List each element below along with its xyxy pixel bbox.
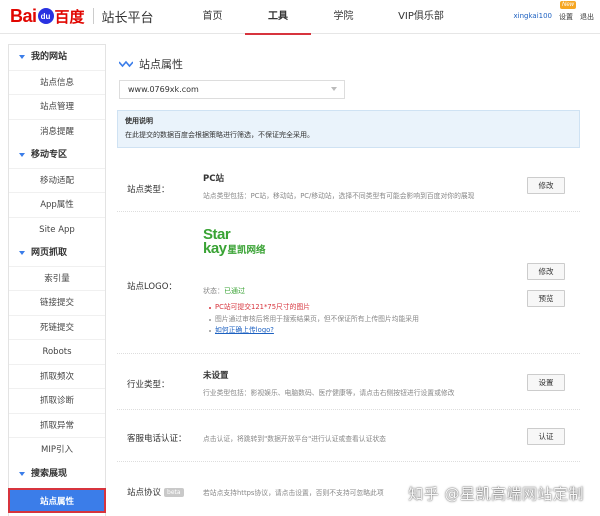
sidebar-item-crawl-frequency[interactable]: 抓取频次 <box>9 363 105 389</box>
user-bar: xingkai100 New 设置 退出 <box>514 1 594 22</box>
sidebar-item-index[interactable]: 索引量 <box>9 265 105 291</box>
site-logo-label: 站点LOGO： <box>127 282 177 292</box>
sidebar-item-mobile-adapt[interactable]: 移动适配 <box>9 167 105 193</box>
https-label: 站点协议 <box>127 488 162 498</box>
logo-status: 状态：已通过 <box>203 286 245 296</box>
logo-divider <box>92 8 94 24</box>
page-title: 站点属性 <box>119 56 183 72</box>
site-type-desc: 站点类型包括：PC站，移动站，PC/移动站，选择不同类型有可能会影响到百度对你的… <box>203 192 475 200</box>
paw-icon: du <box>37 8 54 24</box>
logo-status-value: 已通过 <box>224 287 245 295</box>
logo-preview-button[interactable]: 预览 <box>527 290 565 307</box>
watermark: 知乎 @星凯高端网站定制 <box>408 485 584 503</box>
nav-home[interactable]: 首页 <box>180 0 245 34</box>
https-desc: 若站点支持https协议，请点击设置，否则不支持可忽略此项 <box>203 489 384 497</box>
logo-edit-button[interactable]: 修改 <box>527 263 565 280</box>
industry-desc: 行业类型包括：影视娱乐、电脑数码、医疗健康等，请点击右侧按钮进行设置或修改 <box>203 389 455 397</box>
username-link[interactable]: xingkai100 <box>514 12 553 22</box>
sidebar-section-search-display[interactable]: 搜索展现 <box>9 462 105 487</box>
industry-label: 行业类型： <box>127 380 170 390</box>
howto-upload-logo-link[interactable]: 如何正确上传logo? <box>215 326 274 334</box>
caret-down-icon <box>19 153 25 158</box>
sidebar-item-robots[interactable]: Robots <box>9 339 105 364</box>
wave-icon <box>119 60 133 68</box>
sidebar-item-site-attributes[interactable]: 站点属性 <box>8 488 106 513</box>
chevron-down-icon <box>331 87 337 91</box>
sidebar-item-mip[interactable]: MIP引入 <box>9 437 105 462</box>
beta-badge: beta <box>164 488 184 497</box>
row-phone-verify: 客服电话认证： 点击认证，将跳转到"数据开放平台"进行认证或查看认证状态 认证 <box>117 412 580 462</box>
new-badge: New <box>560 1 577 9</box>
phone-verify-button[interactable]: 认证 <box>527 428 565 445</box>
top-navigation-bar: Bai du 百度 站长平台 首页 工具 学院 VIP俱乐部 xingkai10… <box>0 0 600 35</box>
platform-title: 站长平台 <box>101 10 154 26</box>
https-label-wrap: 站点协议 beta <box>127 486 184 498</box>
sidebar-item-messages[interactable]: 消息提醒 <box>9 118 105 144</box>
site-type-edit-button[interactable]: 修改 <box>527 177 565 194</box>
row-industry: 行业类型： 未设置 行业类型包括：影视娱乐、电脑数码、医疗健康等，请点击右侧按钮… <box>117 356 580 410</box>
row-site-logo: 站点LOGO： Star kay星凯网络 状态：已通过 PC站可提交121*75… <box>117 214 580 354</box>
starkay-logo-image: Star kay星凯网络 <box>203 227 293 260</box>
notice-text: 在此提交的数据百度会根据策略进行筛选，不保证完全采用。 <box>125 131 314 139</box>
sidebar-section-label: 网页抓取 <box>31 248 68 258</box>
sidebar-section-crawl[interactable]: 网页抓取 <box>9 241 105 266</box>
site-type-value: PC站 <box>203 174 224 184</box>
sidebar-item-crawl-errors[interactable]: 抓取异常 <box>9 412 105 438</box>
main-nav: 首页 工具 学院 VIP俱乐部 <box>180 0 466 35</box>
caret-down-icon <box>19 251 25 256</box>
logout-link[interactable]: 退出 <box>580 12 594 22</box>
notice-title: 使用说明 <box>125 117 153 125</box>
nav-vip-club[interactable]: VIP俱乐部 <box>376 0 466 34</box>
sidebar-item-site-info[interactable]: 站点信息 <box>9 69 105 95</box>
sidebar-item-deadlink-submit[interactable]: 死链提交 <box>9 314 105 340</box>
sidebar-item-site-app[interactable]: Site App <box>9 216 105 242</box>
sidebar-section-label: 搜索展现 <box>31 468 68 479</box>
sidebar-section-label: 移动专区 <box>31 150 68 160</box>
guideline-review: 图片通过审核后将用于搜索结果页，但不保证所有上传图片均能采用 <box>209 314 419 326</box>
sidebar-item-link-submit[interactable]: 链接提交 <box>9 290 105 315</box>
sidebar-section-label: 我的网站 <box>31 52 68 62</box>
settings-link[interactable]: New 设置 <box>559 1 577 22</box>
caret-down-icon <box>19 55 25 60</box>
sidebar-item-crawl-diagnose[interactable]: 抓取诊断 <box>9 388 105 413</box>
site-select[interactable]: www.0769xk.com <box>119 80 345 99</box>
usage-notice: 使用说明 在此提交的数据百度会根据策略进行筛选，不保证完全采用。 <box>117 110 580 148</box>
industry-value: 未设置 <box>203 371 229 381</box>
main-content: 站点属性 www.0769xk.com 使用说明 在此提交的数据百度会根据策略进… <box>111 44 600 516</box>
guideline-size: PC站可提交121*75尺寸的图片 <box>209 302 419 314</box>
settings-label: 设置 <box>559 13 573 21</box>
site-select-value: www.0769xk.com <box>128 85 199 94</box>
phone-label: 客服电话认证： <box>127 434 187 444</box>
logo-cn-text: 星凯网络 <box>227 245 266 256</box>
sidebar-section-my-sites[interactable]: 我的网站 <box>9 45 105 70</box>
logo-status-label: 状态： <box>203 287 224 295</box>
phone-desc: 点击认证，将跳转到"数据开放平台"进行认证或查看认证状态 <box>203 435 386 443</box>
logo-line2: kay <box>203 240 227 257</box>
row-site-type: 站点类型： PC站 站点类型包括：PC站，移动站，PC/移动站，选择不同类型有可… <box>117 162 580 212</box>
nav-academy[interactable]: 学院 <box>311 0 376 34</box>
industry-set-button[interactable]: 设置 <box>527 374 565 391</box>
sidebar-item-site-manage[interactable]: 站点管理 <box>9 94 105 119</box>
logo-guidelines: PC站可提交121*75尺寸的图片 图片通过审核后将用于搜索结果页，但不保证所有… <box>209 302 419 337</box>
logo-bai-text: Bai <box>10 5 37 26</box>
page-title-text: 站点属性 <box>139 58 183 71</box>
caret-down-icon <box>19 471 25 476</box>
site-type-label: 站点类型： <box>127 185 170 195</box>
logo-baidu-text: 百度 <box>54 7 85 26</box>
guideline-howto[interactable]: 如何正确上传logo? <box>209 325 419 337</box>
sidebar: 我的网站 站点信息 站点管理 消息提醒 移动专区 移动适配 App属性 Site… <box>8 44 106 516</box>
baidu-logo[interactable]: Bai du 百度 站长平台 <box>10 5 154 27</box>
sidebar-item-app-attr[interactable]: App属性 <box>9 192 105 217</box>
nav-tools[interactable]: 工具 <box>245 0 311 35</box>
sidebar-section-mobile[interactable]: 移动专区 <box>9 143 105 168</box>
